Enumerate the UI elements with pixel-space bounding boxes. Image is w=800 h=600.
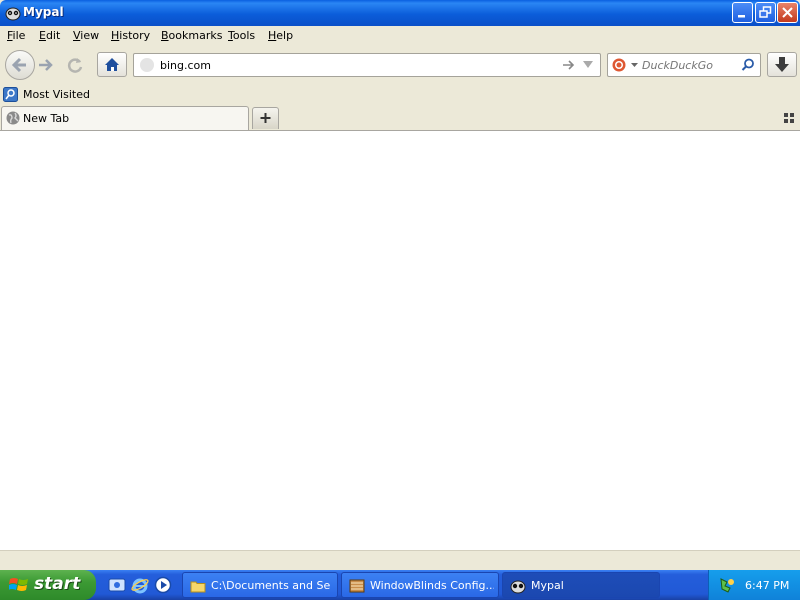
- taskbar-button-mypal[interactable]: Mypal: [502, 572, 660, 598]
- clock: 6:47 PM: [745, 579, 790, 592]
- menu-bar: File Edit View History Bookmarks Tools H…: [0, 26, 800, 46]
- menu-view[interactable]: View: [73, 29, 99, 42]
- task-label: Mypal: [531, 579, 564, 592]
- url-bar[interactable]: [133, 53, 601, 77]
- tab-strip: New Tab: [0, 106, 800, 131]
- home-icon: [105, 58, 119, 71]
- menu-history[interactable]: History: [111, 29, 150, 42]
- minimize-icon: [738, 15, 745, 18]
- folder-icon: [190, 581, 206, 593]
- windows-flag-icon: [9, 578, 28, 591]
- tray-app-icon[interactable]: [719, 577, 735, 593]
- forward-icon: [39, 59, 53, 71]
- task-label: WindowBlinds Config...: [370, 579, 494, 592]
- mypal-icon: [510, 580, 526, 594]
- minimize-button[interactable]: [732, 2, 753, 23]
- duckduckgo-icon[interactable]: [612, 58, 626, 72]
- downloads-button[interactable]: [767, 52, 797, 77]
- menu-tools[interactable]: Tools: [228, 29, 255, 42]
- dropdown-icon[interactable]: [582, 60, 594, 70]
- media-player-icon[interactable]: [154, 576, 172, 594]
- download-icon: [775, 57, 789, 72]
- status-bar: [0, 550, 800, 571]
- reload-icon: [67, 58, 83, 73]
- new-tab-button[interactable]: [252, 107, 279, 129]
- start-label: start: [34, 574, 81, 594]
- taskbar-button-windowblinds[interactable]: WindowBlinds Config...: [341, 572, 499, 598]
- page-content[interactable]: [0, 131, 800, 550]
- close-button[interactable]: [777, 2, 798, 23]
- back-icon: [11, 57, 26, 73]
- search-bar[interactable]: [607, 53, 761, 77]
- close-icon: [782, 7, 793, 18]
- bookmark-label: Most Visited: [23, 88, 90, 101]
- bookmarks-toolbar: Most Visited: [0, 84, 800, 106]
- search-input[interactable]: [642, 57, 738, 73]
- mypal-app-icon: [5, 7, 21, 21]
- task-label: C:\Documents and Se...: [211, 579, 331, 592]
- engine-dropdown-icon[interactable]: [631, 63, 638, 68]
- window-titlebar[interactable]: Mypal: [0, 0, 800, 26]
- taskbar-button-documents[interactable]: C:\Documents and Se...: [182, 572, 338, 598]
- forward-button[interactable]: [36, 55, 56, 75]
- tab-label: New Tab: [23, 112, 70, 125]
- windowblinds-icon: [349, 579, 365, 593]
- most-visited-icon: [3, 87, 18, 102]
- navigation-toolbar: [0, 46, 800, 85]
- window-title: Mypal: [23, 5, 64, 19]
- back-button[interactable]: [5, 50, 35, 80]
- tab-list-icon[interactable]: [784, 113, 794, 123]
- menu-bookmarks[interactable]: Bookmarks: [161, 29, 222, 42]
- reload-button[interactable]: [64, 54, 86, 76]
- menu-edit[interactable]: Edit: [39, 29, 60, 42]
- taskbar: start C:\Documents and Se... WindowBlind…: [0, 570, 800, 600]
- tab-new-tab[interactable]: New Tab: [1, 106, 249, 130]
- plus-icon: [260, 113, 271, 123]
- internet-explorer-icon[interactable]: [131, 576, 149, 594]
- start-button[interactable]: start: [0, 570, 96, 600]
- menu-file[interactable]: File: [7, 29, 25, 42]
- show-desktop-icon[interactable]: [108, 576, 126, 594]
- globe-icon: [6, 111, 20, 125]
- menu-help[interactable]: Help: [268, 29, 293, 42]
- search-icon[interactable]: [741, 58, 755, 72]
- url-input[interactable]: [160, 57, 540, 73]
- system-tray: 6:47 PM: [708, 570, 800, 600]
- site-identity-icon: [140, 58, 154, 72]
- go-arrow-icon[interactable]: [562, 58, 576, 72]
- restore-button[interactable]: [755, 2, 776, 23]
- home-button[interactable]: [97, 52, 127, 77]
- restore-icon: [759, 6, 772, 18]
